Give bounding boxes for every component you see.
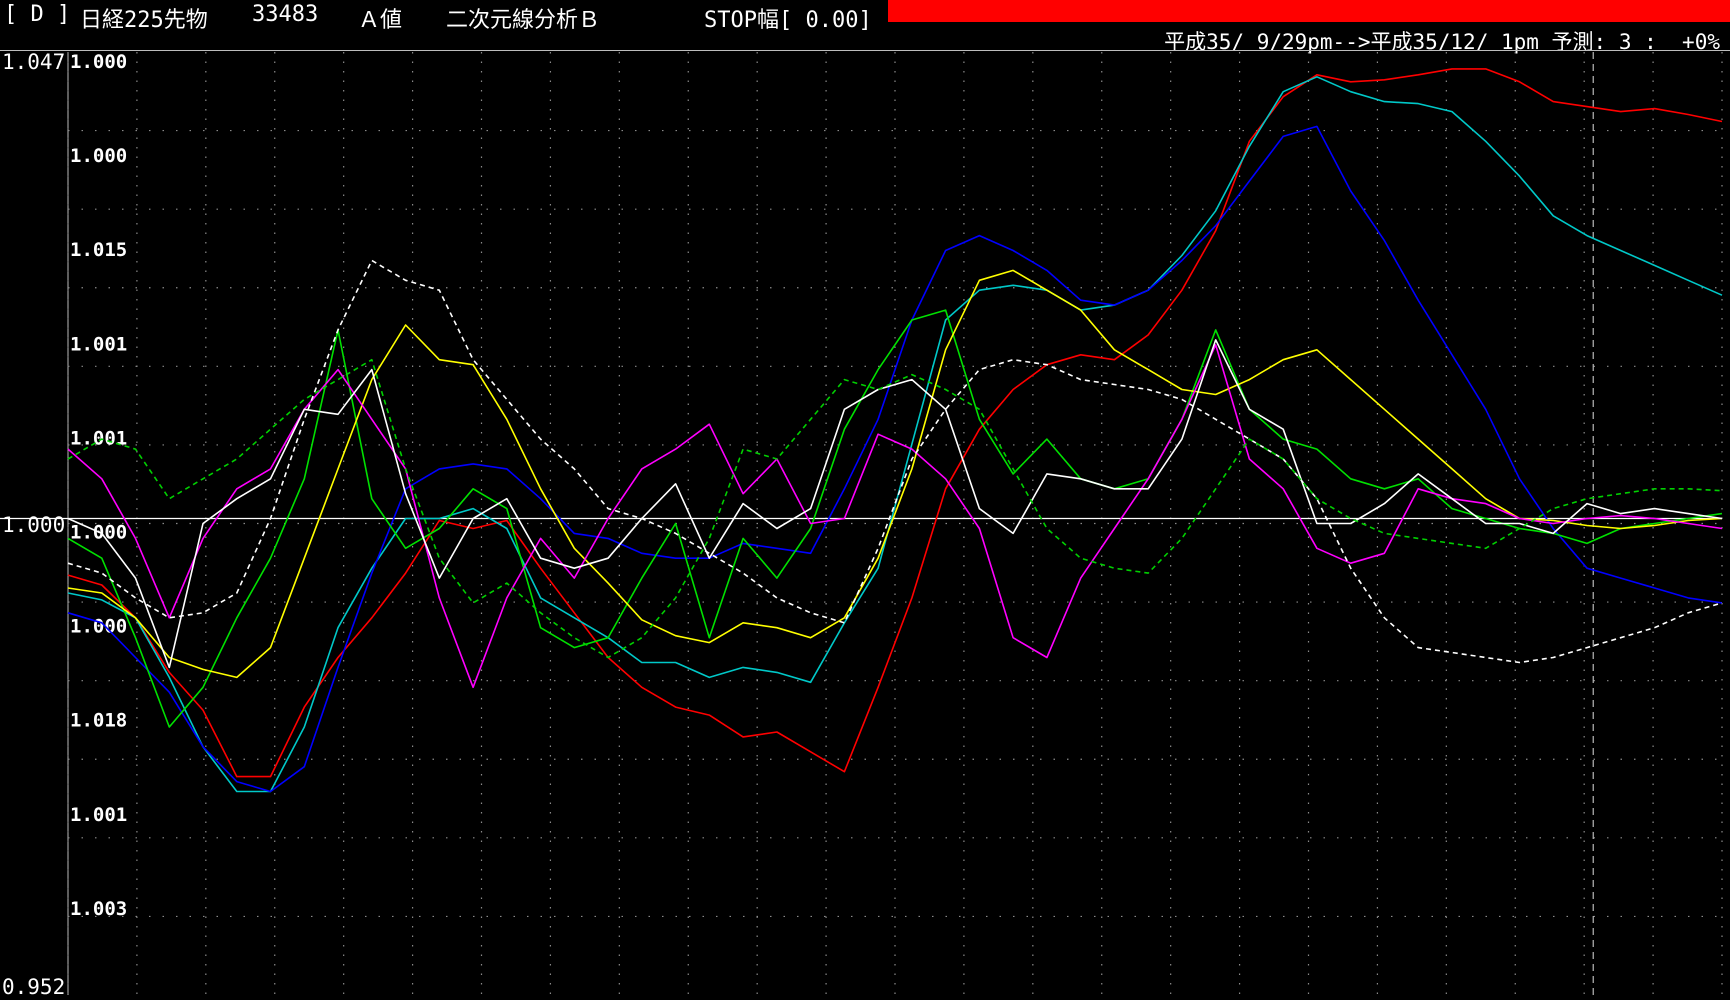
inner-axis-label: 1.000 bbox=[70, 51, 127, 73]
inner-axis-label: 1.001 bbox=[70, 333, 127, 355]
inner-axis-label: 1.003 bbox=[70, 898, 127, 920]
inner-axis-label: 1.018 bbox=[70, 710, 127, 732]
inner-axis-label: 1.001 bbox=[70, 804, 127, 826]
series-line-6 bbox=[67, 343, 1723, 689]
inner-axis-label: 1.001 bbox=[70, 427, 127, 449]
inner-axis-label: 1.015 bbox=[70, 239, 127, 261]
inner-axis-label: 1.000 bbox=[70, 616, 127, 638]
line-chart: 1.0001.0001.0151.0011.0011.0001.0001.018… bbox=[0, 51, 1723, 995]
series-line-5 bbox=[67, 269, 1723, 679]
inner-axis-label: 1.000 bbox=[70, 145, 127, 167]
series-line-2 bbox=[67, 76, 1723, 793]
